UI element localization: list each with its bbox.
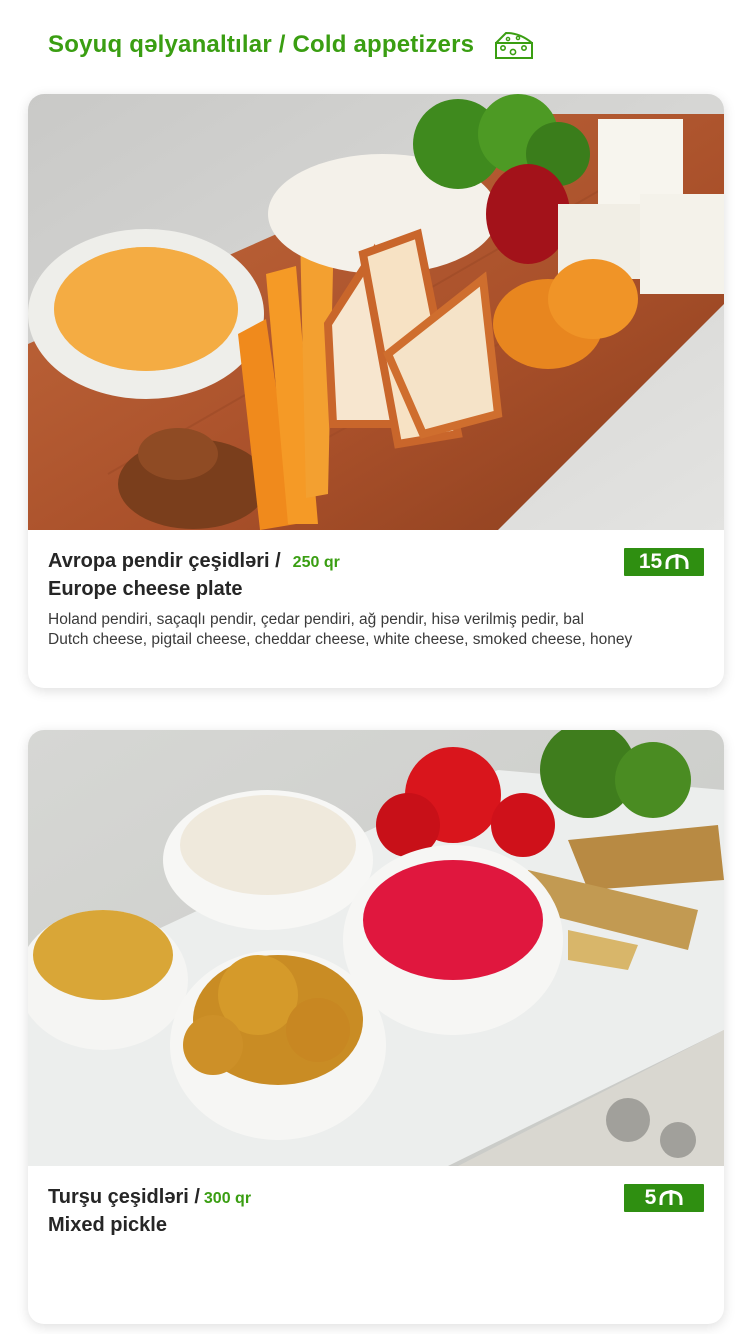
item-description: Holand pendiri, saçaqlı pendir, çedar pe… xyxy=(48,610,704,650)
cheese-icon xyxy=(495,31,534,59)
section-title: Soyuq qəlyanaltılar / Cold appetizers xyxy=(48,31,475,58)
item-title-en: Mixed pickle xyxy=(48,1214,167,1236)
section-header: Soyuq qəlyanaltılar / Cold appetizers xyxy=(48,22,534,68)
item-weight: 300 qr xyxy=(203,1190,252,1207)
manat-icon xyxy=(659,1190,683,1205)
item-description-en: Dutch cheese, pigtail cheese, cheddar ch… xyxy=(48,631,633,648)
item-title-az: Turşu çeşidləri / xyxy=(48,1186,200,1208)
item-title-az: Avropa pendir çeşidləri / xyxy=(48,550,281,572)
item-title-line: Turşu çeşidləri /300 qr xyxy=(48,1184,704,1212)
item-title-line: Avropa pendir çeşidləri / 250 qr xyxy=(48,548,704,576)
item-description-az: Holand pendiri, saçaqlı pendir, çedar pe… xyxy=(48,611,584,628)
item-info: Avropa pendir çeşidləri / 250 qr Europe c… xyxy=(48,548,704,650)
cheese-plate-photo xyxy=(28,94,724,530)
manat-icon xyxy=(665,554,689,569)
mixed-pickle-photo xyxy=(28,730,724,1166)
price-value: 5 xyxy=(644,1186,657,1209)
menu-item-card[interactable]: Avropa pendir çeşidləri / 250 qr Europe c… xyxy=(28,94,724,688)
price-value: 15 xyxy=(638,550,663,573)
item-weight: 250 qr xyxy=(292,554,340,571)
menu-item-card[interactable]: Turşu çeşidləri /300 qr Mixed pickle 5 xyxy=(28,730,724,1324)
price-badge: 5 xyxy=(624,1184,704,1212)
item-info: Turşu çeşidləri /300 qr Mixed pickle xyxy=(48,1184,704,1238)
price-badge: 15 xyxy=(624,548,704,576)
item-title-en: Europe cheese plate xyxy=(48,578,243,600)
